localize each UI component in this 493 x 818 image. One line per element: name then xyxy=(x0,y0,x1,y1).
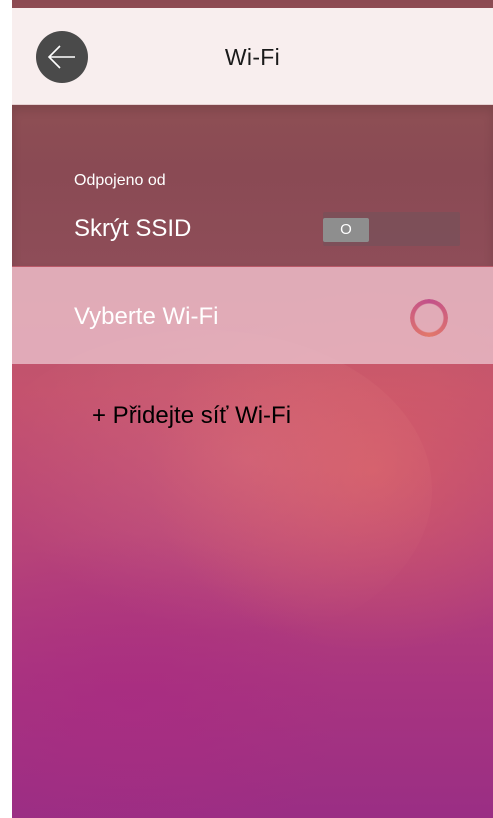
add-wifi-network-button[interactable]: + Přidejte síť Wi-Fi xyxy=(92,402,291,430)
page-title: Wi-Fi xyxy=(224,44,281,70)
select-wifi-row[interactable]: Vyberte Wi-Fi xyxy=(12,267,493,364)
wifi-screen: Wi-Fi Odpojeno od Skrýt SSID O Vyberte W… xyxy=(12,0,493,818)
hide-ssid-toggle[interactable]: O xyxy=(323,212,460,246)
top-bar: Wi-Fi xyxy=(12,8,493,105)
toggle-knob: O xyxy=(323,218,369,242)
hide-ssid-label: Skrýt SSID xyxy=(74,215,192,242)
select-wifi-label: Vyberte Wi-Fi xyxy=(74,303,219,330)
spinner-icon xyxy=(410,299,448,337)
connection-status: Odpojeno od xyxy=(74,172,166,189)
